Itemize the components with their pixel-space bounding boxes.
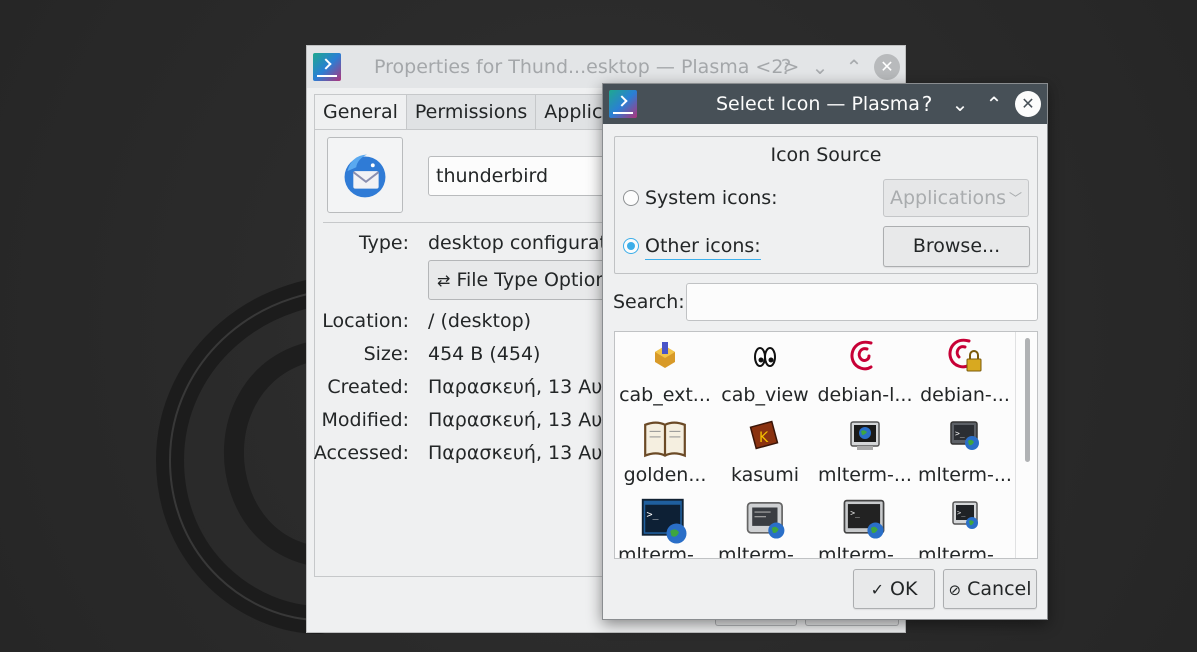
icon-item[interactable]: cab_ext... [615,332,715,412]
properties-title: Properties for Thund...esktop — Plasma <… [374,56,800,78]
icon-item[interactable]: >_ mlterm-... [815,492,915,559]
help-button[interactable]: ? [773,54,799,80]
chevron-down-icon: ﹀ [1008,192,1022,207]
svg-text:>_: >_ [647,509,660,520]
icon-source-group: Icon Source System icons: Applications ﹀… [614,136,1038,274]
maximize-button[interactable]: ⌃ [841,54,867,80]
accessed-label: Accessed: [313,442,409,464]
terminal-blue-icon: >_ [641,498,687,544]
icon-item[interactable]: K kasumi [715,412,815,492]
cancel-button[interactable]: ⊘ Cancel [943,569,1037,609]
size-label: Size: [363,343,409,365]
icon-item[interactable]: cab_view [715,332,815,412]
close-button[interactable]: ✕ [1015,91,1041,117]
icon-category-combo[interactable]: Applications ﹀ [883,179,1029,217]
close-button[interactable]: ✕ [874,54,900,80]
icon-grid: cab_ext... cab_view debian-l... debian-.… [614,331,1038,559]
checkmark-icon: ✓ [870,580,884,599]
help-button[interactable]: ? [914,91,940,117]
plasma-app-icon [609,90,637,118]
properties-titlebar[interactable]: Properties for Thund...esktop — Plasma <… [307,46,905,88]
icon-source-title: Icon Source [770,144,882,166]
icon-category-value: Applications [890,187,1007,209]
icon-label: mlterm-... [818,544,912,559]
ok-label: OK [890,578,918,600]
book-icon [644,421,686,458]
svg-text:K: K [759,430,769,446]
svg-text:>_: >_ [957,509,966,517]
icon-label: golden... [623,464,707,486]
icon-item[interactable]: debian-... [915,332,1015,412]
tab-general[interactable]: General [314,94,407,130]
icon-label: debian-... [920,384,1010,406]
icon-item[interactable]: mlterm-... [715,492,815,559]
icon-label: cab_ext... [619,384,711,406]
tab-permissions[interactable]: Permissions [405,94,537,130]
maximize-button[interactable]: ⌃ [981,91,1007,117]
icon-label: debian-l... [817,384,913,406]
icon-label: mlterm-... [618,544,712,559]
icon-item[interactable]: >_ mlterm-... [915,492,1015,559]
terminal-small-globe-icon: >_ [952,501,978,529]
debian-lock-icon [948,338,982,372]
icon-item[interactable]: >_ mlterm-... [615,492,715,559]
icon-grid-scrollbar[interactable] [1015,332,1037,558]
ok-button[interactable]: ✓ OK [853,569,935,609]
modified-label: Modified: [321,409,409,431]
created-label: Created: [327,376,409,398]
icon-item[interactable]: golden... [615,412,715,492]
other-icons-label[interactable]: Other icons: [645,235,761,260]
select-icon-dialog: Select Icon — Plasma ? ⌄ ⌃ ✕ Icon Source… [602,83,1048,620]
location-value: / (desktop) [428,310,532,332]
select-icon-titlebar[interactable]: Select Icon — Plasma ? ⌄ ⌃ ✕ [603,84,1047,124]
cab-extract-icon [655,342,675,368]
cancel-icon: ⊘ [948,581,962,599]
other-icons-radio[interactable] [623,238,639,254]
icon-label: mlterm-... [818,464,912,486]
svg-text:>_: >_ [850,509,860,518]
size-value: 454 B (454) [428,343,541,365]
debian-logo-icon [850,340,873,371]
select-icon-title: Select Icon — Plasma [716,93,920,115]
icon-label: kasumi [730,464,800,486]
icon-item[interactable]: >_ mlterm-... [915,412,1015,492]
cancel-label: Cancel [967,578,1032,600]
search-label: Search: [613,291,685,313]
system-icons-radio[interactable] [623,190,639,206]
scrollbar-thumb[interactable] [1025,338,1030,462]
type-label: Type: [358,232,409,254]
terminal-grey-icon [746,502,785,539]
icon-item[interactable]: mlterm-... [815,412,915,492]
minimize-button[interactable]: ⌄ [807,54,833,80]
thunderbird-icon [344,154,386,198]
search-input[interactable] [686,283,1038,321]
system-icons-label[interactable]: System icons: [645,187,778,209]
monitor-globe-icon [850,421,880,450]
plasma-app-icon [313,53,341,81]
minimize-button[interactable]: ⌄ [947,91,973,117]
monitor-globe-dark-icon: >_ [843,499,885,539]
icon-label: mlterm-... [918,544,1012,559]
icon-label: cab_view [721,384,809,406]
cab-view-icon [754,347,776,367]
icon-label: mlterm-... [718,544,812,559]
icon-label: mlterm-... [918,464,1012,486]
svg-text:>_: >_ [955,429,965,438]
location-label: Location: [322,310,409,332]
change-icon-button[interactable] [327,137,403,213]
file-type-options-label: File Type Options [456,269,618,291]
settings-sliders-icon: ⇄ [437,271,451,290]
icon-item[interactable]: debian-l... [815,332,915,412]
kasumi-icon: K [749,420,779,450]
terminal-globe-icon: >_ [950,421,979,450]
browse-button[interactable]: Browse... [883,226,1030,267]
